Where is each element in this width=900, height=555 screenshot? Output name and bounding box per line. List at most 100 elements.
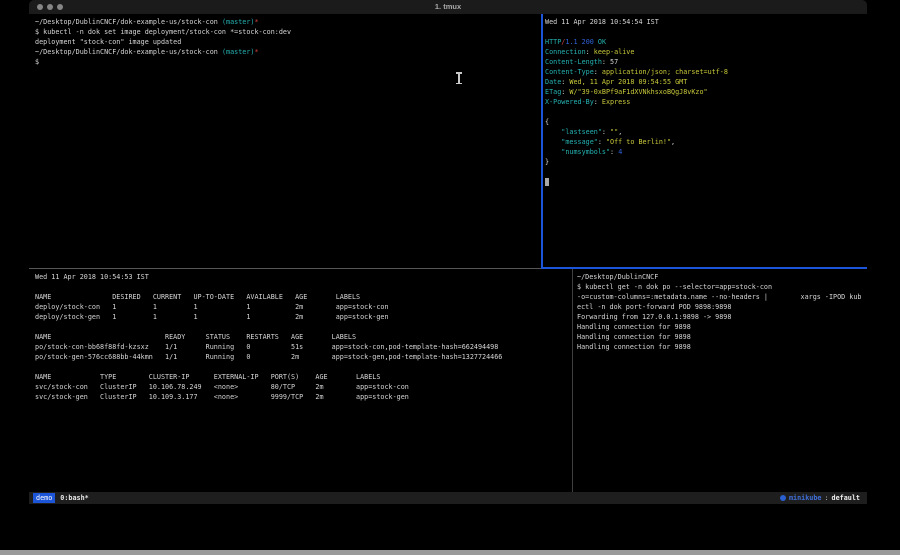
terminal-line: ~/Desktop/DublinCNCF xyxy=(577,272,866,282)
text-segment: Date xyxy=(545,78,561,86)
terminal-line xyxy=(545,107,865,117)
tmux-terminal: ~/Desktop/DublinCNCF/dok-example-us/stoc… xyxy=(29,14,867,504)
text-segment: "" xyxy=(610,128,618,136)
text-segment: 1.1 xyxy=(565,38,577,46)
desktop: 1. tmux ~/Desktop/DublinCNCF/dok-example… xyxy=(0,0,900,555)
text-segment: deployment "stock-con" image updated xyxy=(35,38,181,46)
terminal-line: Connection: keep-alive xyxy=(545,47,865,57)
text-segment: : xyxy=(602,128,610,136)
terminal-line: Content-Type: application/json; charset=… xyxy=(545,67,865,77)
text-segment: "message" xyxy=(561,138,598,146)
text-segment: } xyxy=(545,158,549,166)
terminal-line: "numsymbols": 4 xyxy=(545,147,865,157)
terminal-line xyxy=(35,322,569,332)
text-segment: Handling connection for 9898 xyxy=(577,343,691,351)
text-segment: W/"39-0xBPf9aF1dXVNkhsxoBQgJ8vKzo" xyxy=(569,88,707,96)
text-segment: NAME READY STATUS RESTARTS AGE LABELS xyxy=(35,333,356,341)
pane-top-left-shell[interactable]: ~/Desktop/DublinCNCF/dok-example-us/stoc… xyxy=(35,17,540,267)
terminal-line: Content-Length: 57 xyxy=(545,57,865,67)
text-segment: ~/Desktop/DublinCNCF xyxy=(577,273,658,281)
text-segment: Handling connection for 9898 xyxy=(577,323,691,331)
text-segment: Forwarding from 127.0.0.1:9898 -> 9898 xyxy=(577,313,731,321)
terminal-line: NAME DESIRED CURRENT UP-TO-DATE AVAILABL… xyxy=(35,292,569,302)
kube-separator: : xyxy=(824,494,828,502)
terminal-line xyxy=(545,27,865,37)
terminal-line: NAME TYPE CLUSTER-IP EXTERNAL-IP PORT(S)… xyxy=(35,372,569,382)
text-segment: ETag xyxy=(545,88,561,96)
terminal-line: $ kubectl -n dok set image deployment/st… xyxy=(35,27,540,37)
terminal-line: Wed 11 Apr 2018 10:54:53 IST xyxy=(35,272,569,282)
kube-context-label: minikube xyxy=(789,494,822,502)
text-segment: po/stock-con-bb68f88fd-kzsxz 1/1 Running… xyxy=(35,343,498,351)
text-segment: Connection xyxy=(545,48,586,56)
terminal-line: $ xyxy=(35,57,540,67)
text-segment: deploy/stock-gen 1 1 1 1 2m app=stock-ge… xyxy=(35,313,389,321)
text-segment: po/stock-gen-576cc688bb-44kmn 1/1 Runnin… xyxy=(35,353,502,361)
kube-namespace-label: default xyxy=(832,494,860,502)
pane-divider-vertical[interactable] xyxy=(572,269,573,492)
text-segment: { xyxy=(545,118,549,126)
text-segment: Wed 11 Apr 2018 10:54:54 IST xyxy=(545,18,659,26)
text-segment: : xyxy=(586,48,594,56)
terminal-line: Handling connection for 9898 xyxy=(577,322,866,332)
text-segment xyxy=(545,148,561,156)
text-segment: Handling connection for 9898 xyxy=(577,333,691,341)
terminal-line: { xyxy=(545,117,865,127)
terminal-line: } xyxy=(545,157,865,167)
text-segment: (master) xyxy=(222,48,255,56)
terminal-line xyxy=(545,177,865,187)
terminal-line: deploy/stock-gen 1 1 1 1 2m app=stock-ge… xyxy=(35,312,569,322)
text-segment: * xyxy=(254,48,258,56)
pane-bottom-left-kubectl-watch[interactable]: Wed 11 Apr 2018 10:54:53 IST NAME DESIRE… xyxy=(35,272,569,490)
text-segment: HTTP xyxy=(545,38,561,46)
terminal-line: po/stock-con-bb68f88fd-kzsxz 1/1 Running… xyxy=(35,342,569,352)
text-segment: NAME DESIRED CURRENT UP-TO-DATE AVAILABL… xyxy=(35,293,360,301)
window-titlebar[interactable]: 1. tmux xyxy=(29,0,867,14)
screen-bottom-edge xyxy=(0,550,900,555)
pane-top-right-http-response[interactable]: Wed 11 Apr 2018 10:54:54 IST HTTP/1.1 20… xyxy=(545,17,865,267)
pane-bottom-right-port-forward[interactable]: ~/Desktop/DublinCNCF $ kubectl get -n dok… xyxy=(577,272,866,490)
text-segment: OK xyxy=(598,38,606,46)
terminal-line: svc/stock-gen ClusterIP 10.109.3.177 <no… xyxy=(35,392,569,402)
text-segment xyxy=(545,128,561,136)
text-segment xyxy=(545,138,561,146)
terminal-line: Handling connection for 9898 xyxy=(577,342,866,352)
text-segment: application/json; charset=utf-8 xyxy=(602,68,728,76)
text-segment: : xyxy=(602,58,610,66)
text-segment: "lastseen" xyxy=(561,128,602,136)
text-segment: : xyxy=(610,148,618,156)
text-segment: , xyxy=(671,138,675,146)
window-tab-label[interactable]: 0:bash* xyxy=(60,494,88,502)
text-segment: "numsymbols" xyxy=(561,148,610,156)
pane-divider-horizontal[interactable] xyxy=(29,268,541,269)
active-pane-border-horizontal[interactable] xyxy=(541,267,867,269)
terminal-line: ~/Desktop/DublinCNCF/dok-example-us/stoc… xyxy=(35,47,540,57)
terminal-line: svc/stock-con ClusterIP 10.106.78.249 <n… xyxy=(35,382,569,392)
window-title: 1. tmux xyxy=(29,0,867,14)
tmux-status-bar: demo 0:bash* minikube: default xyxy=(29,492,867,504)
kube-status: minikube: default xyxy=(780,494,860,502)
text-segment: NAME TYPE CLUSTER-IP EXTERNAL-IP PORT(S)… xyxy=(35,373,380,381)
text-segment: 200 xyxy=(582,38,594,46)
text-segment: , xyxy=(618,128,622,136)
text-segment: keep-alive xyxy=(594,48,635,56)
terminal-line: Date: Wed, 11 Apr 2018 09:54:55 GMT xyxy=(545,77,865,87)
text-segment: $ xyxy=(35,58,39,66)
terminal-line: $ kubectl get -n dok po --selector=app=s… xyxy=(577,282,866,292)
text-segment: Content-Type xyxy=(545,68,594,76)
terminal-line xyxy=(545,167,865,177)
text-segment: svc/stock-gen ClusterIP 10.109.3.177 <no… xyxy=(35,393,409,401)
kubernetes-icon xyxy=(780,495,786,501)
terminal-line xyxy=(35,282,569,292)
active-pane-border-vertical[interactable] xyxy=(541,14,543,268)
text-segment: "Off to Berlin!" xyxy=(606,138,671,146)
text-segment: ectl -n dok port-forward POD 9898:9898 xyxy=(577,303,731,311)
text-segment: $ kubectl get -n dok po --selector=app=s… xyxy=(577,283,772,291)
text-segment: ~/Desktop/DublinCNCF/dok-example-us/stoc… xyxy=(35,18,222,26)
terminal-line: Forwarding from 127.0.0.1:9898 -> 9898 xyxy=(577,312,866,322)
terminal-line: ~/Desktop/DublinCNCF/dok-example-us/stoc… xyxy=(35,17,540,27)
terminal-line: "lastseen": "", xyxy=(545,127,865,137)
terminal-line: deploy/stock-con 1 1 1 1 2m app=stock-co… xyxy=(35,302,569,312)
terminal-line: X-Powered-By: Express xyxy=(545,97,865,107)
session-name-badge: demo xyxy=(33,493,55,503)
